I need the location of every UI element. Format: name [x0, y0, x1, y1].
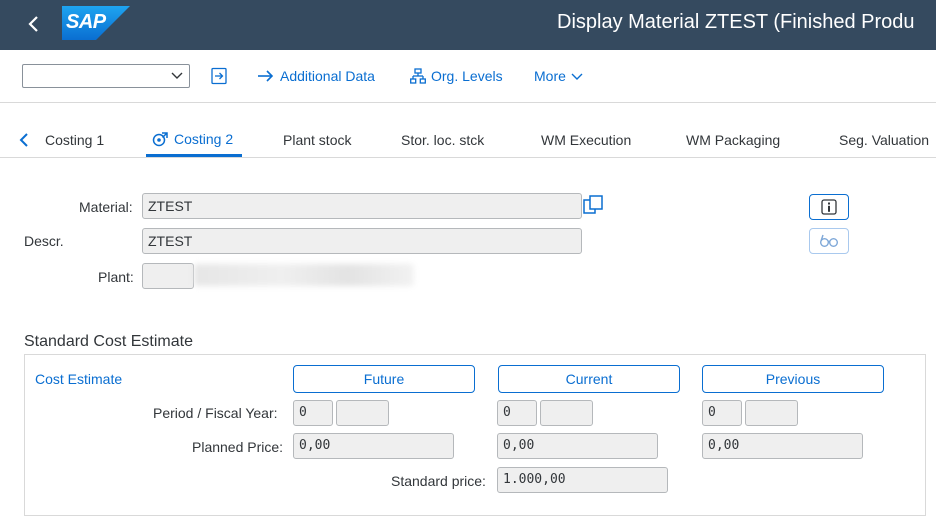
- org-levels-label: Org. Levels: [431, 68, 503, 84]
- current-period-field[interactable]: 0: [497, 400, 537, 426]
- tab-costing-2-label: Costing 2: [174, 131, 234, 147]
- future-period-field[interactable]: 0: [293, 400, 333, 426]
- previous-planned-price-field[interactable]: 0,00: [702, 433, 863, 459]
- current-button[interactable]: Current: [498, 365, 680, 393]
- tab-costing-2[interactable]: Costing 2: [152, 131, 233, 147]
- info-icon: [821, 199, 837, 215]
- material-label: Material:: [79, 199, 133, 215]
- tab-bar: Costing 1 Costing 2 Plant stock Stor. lo…: [0, 103, 936, 158]
- planned-price-label: Planned Price:: [192, 439, 284, 455]
- current-planned-price-field[interactable]: 0,00: [497, 433, 658, 459]
- more-label: More: [534, 68, 566, 84]
- material-field[interactable]: ZTEST: [142, 193, 582, 219]
- org-levels-button[interactable]: Org. Levels: [410, 68, 503, 84]
- descr-label: Descr.: [24, 233, 64, 249]
- tab-seg-valuation[interactable]: Seg. Valuation: [839, 132, 929, 148]
- sap-logo[interactable]: SAP: [62, 6, 130, 40]
- org-hierarchy-icon: [410, 68, 426, 84]
- tab-scroll-left-icon[interactable]: [18, 132, 30, 148]
- display-button[interactable]: [809, 228, 849, 254]
- previous-year-field[interactable]: [745, 400, 798, 426]
- plant-description-redacted: [194, 264, 414, 286]
- arrow-right-icon: [258, 70, 274, 82]
- additional-data-button[interactable]: Additional Data: [257, 68, 375, 84]
- cost-estimate-link[interactable]: Cost Estimate: [35, 371, 122, 387]
- costing-icon: [152, 132, 168, 147]
- period-fiscal-year-label: Period / Fiscal Year:: [153, 405, 278, 421]
- descr-field[interactable]: ZTEST: [142, 228, 582, 254]
- standard-cost-panel: Cost Estimate Future Current Previous Pe…: [24, 354, 926, 516]
- plant-label: Plant:: [98, 269, 134, 285]
- export-icon[interactable]: [210, 67, 228, 85]
- additional-data-label: Additional Data: [280, 68, 375, 84]
- standard-price-label: Standard price:: [391, 473, 486, 489]
- plant-field[interactable]: [142, 263, 194, 289]
- chevron-down-icon: [571, 73, 583, 80]
- tab-wm-packaging[interactable]: WM Packaging: [686, 132, 780, 148]
- info-button[interactable]: [809, 194, 849, 220]
- shell-header: SAP Display Material ZTEST (Finished Pro…: [0, 0, 936, 50]
- sap-logo-text: SAP: [66, 11, 106, 33]
- standard-price-field[interactable]: 1.000,00: [497, 467, 668, 493]
- tab-plant-stock[interactable]: Plant stock: [283, 132, 351, 148]
- future-button[interactable]: Future: [293, 365, 475, 393]
- copy-value-icon[interactable]: [582, 194, 604, 218]
- page-title: Display Material ZTEST (Finished Produ: [557, 11, 915, 33]
- future-planned-price-field[interactable]: 0,00: [293, 433, 454, 459]
- back-icon[interactable]: [22, 10, 46, 38]
- current-year-field[interactable]: [540, 400, 593, 426]
- previous-period-field[interactable]: 0: [702, 400, 742, 426]
- previous-button[interactable]: Previous: [702, 365, 884, 393]
- chevron-down-icon[interactable]: [171, 71, 183, 81]
- content-area: Material: ZTEST Descr. ZTEST Plant: Stan…: [0, 158, 936, 523]
- glasses-icon: [820, 234, 838, 247]
- section-title: Standard Cost Estimate: [24, 333, 193, 350]
- tab-costing-1[interactable]: Costing 1: [45, 132, 104, 148]
- toolbar: Additional Data Org. Levels More: [0, 50, 936, 103]
- active-tab-indicator: [146, 154, 242, 157]
- future-year-field[interactable]: [336, 400, 389, 426]
- tab-wm-execution[interactable]: WM Execution: [541, 132, 631, 148]
- command-combo[interactable]: [22, 64, 190, 88]
- tab-stor-loc-stck[interactable]: Stor. loc. stck: [401, 132, 484, 148]
- more-button[interactable]: More: [534, 68, 583, 84]
